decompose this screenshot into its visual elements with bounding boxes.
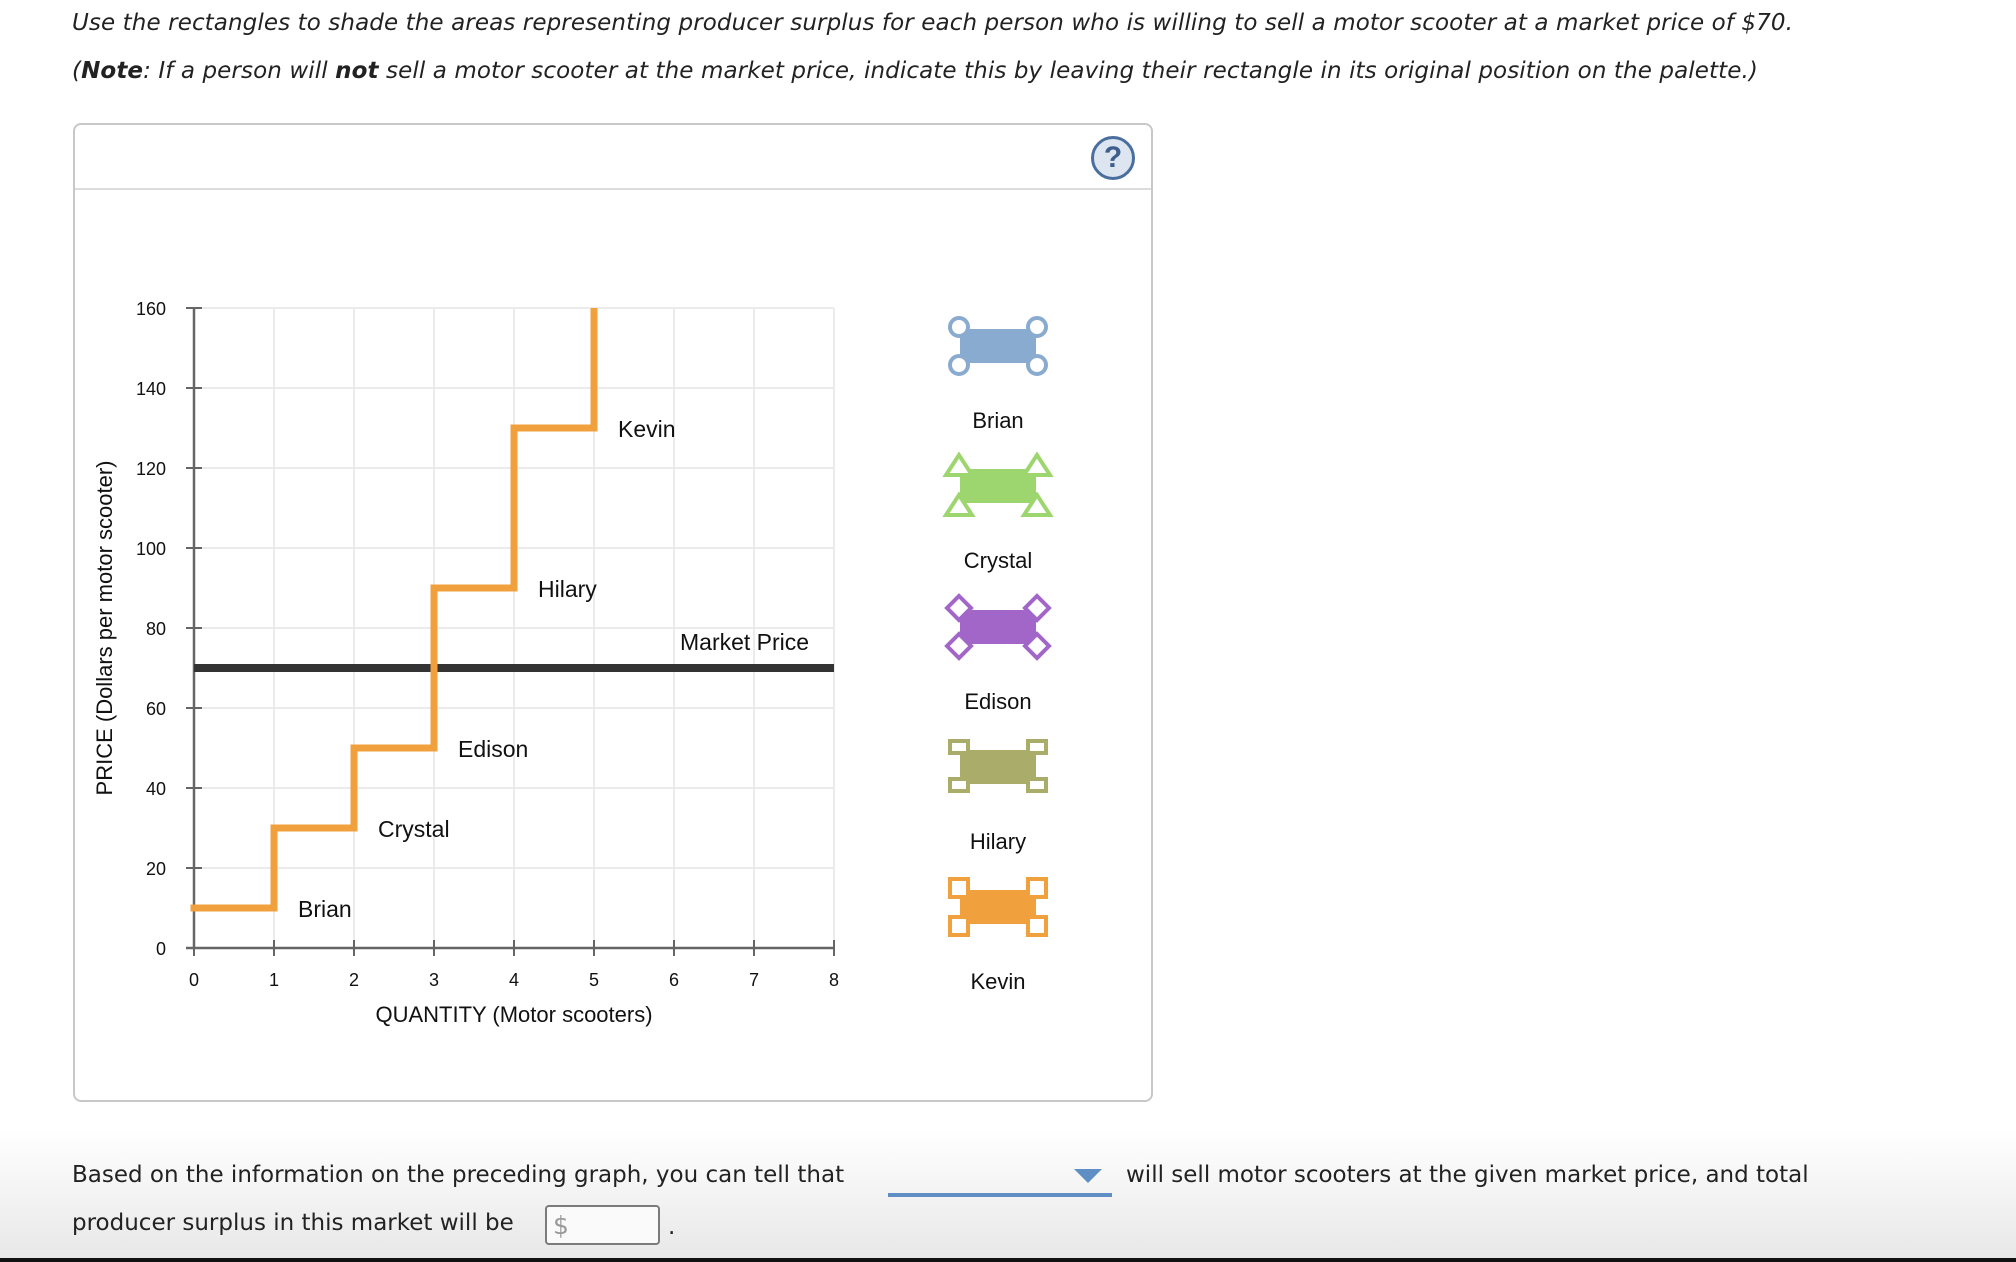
x-tick-label: 1: [269, 970, 279, 990]
resize-handle-square-icon[interactable]: [948, 915, 970, 937]
rectangle-body[interactable]: [960, 890, 1036, 924]
x-tick-label: 7: [749, 970, 759, 990]
resize-handle-triangle-icon[interactable]: [1020, 451, 1054, 477]
resize-handle-square-small-icon[interactable]: [1026, 739, 1048, 755]
x-tick-label: 3: [429, 970, 439, 990]
palette-label-brian: Brian: [972, 408, 1023, 433]
question-text-2: producer surplus in this market will be: [72, 1210, 514, 1236]
y-tick-label: 160: [136, 299, 166, 319]
x-tick-label: 6: [669, 970, 679, 990]
x-tick-label: 5: [589, 970, 599, 990]
palette-rectangle-brian[interactable]: [948, 316, 1048, 376]
step-label-brian: Brian: [298, 896, 352, 922]
producer-surplus-input[interactable]: $: [545, 1205, 660, 1245]
palette-rectangle-kevin[interactable]: [948, 877, 1048, 937]
step-label-crystal: Crystal: [378, 816, 450, 842]
y-tick-label: 80: [146, 619, 166, 639]
step-label-hilary: Hilary: [538, 576, 597, 602]
x-axis-title: QUANTITY (Motor scooters): [375, 1002, 652, 1027]
y-tick-label: 0: [156, 939, 166, 959]
rectangle-body[interactable]: [960, 750, 1036, 784]
market-price-label: Market Price: [680, 629, 809, 655]
resize-handle-square-small-icon[interactable]: [1026, 777, 1048, 793]
bottom-bar: [0, 1258, 2016, 1262]
x-tick-label: 0: [189, 970, 199, 990]
palette-rectangle-hilary[interactable]: [948, 739, 1048, 793]
resize-handle-triangle-icon[interactable]: [942, 451, 976, 477]
palette-label-hilary: Hilary: [970, 829, 1026, 854]
rectangle-body[interactable]: [960, 610, 1036, 644]
sellers-dropdown[interactable]: [888, 1163, 1112, 1197]
chevron-down-icon[interactable]: [1074, 1169, 1102, 1183]
palette: Brian Crystal Edison Hilary Kevin: [942, 316, 1054, 994]
rectangle-body[interactable]: [960, 329, 1036, 363]
period: .: [668, 1214, 676, 1240]
resize-handle-circle-icon[interactable]: [1026, 316, 1048, 338]
resize-handle-square-small-icon[interactable]: [948, 739, 970, 755]
palette-label-kevin: Kevin: [970, 969, 1025, 994]
y-tick-label: 20: [146, 859, 166, 879]
grid: [194, 307, 835, 948]
resize-handle-square-small-icon[interactable]: [948, 777, 970, 793]
graph-canvas[interactable]: 0 1 2 3 4 5 6 7 8020406080100120140160 QUANTITY …: [0, 0, 2016, 1262]
resize-handle-square-icon[interactable]: [948, 877, 970, 899]
palette-rectangle-crystal[interactable]: [942, 451, 1054, 517]
resize-handle-square-icon[interactable]: [1026, 877, 1048, 899]
step-label-kevin: Kevin: [618, 416, 676, 442]
y-tick-label: 40: [146, 779, 166, 799]
question-text-1: Based on the information on the precedin…: [72, 1162, 845, 1188]
resize-handle-square-icon[interactable]: [1026, 915, 1048, 937]
resize-handle-circle-icon[interactable]: [948, 316, 970, 338]
y-tick-label: 100: [136, 539, 166, 559]
palette-label-crystal: Crystal: [964, 548, 1032, 573]
x-tick-label: 8: [829, 970, 839, 990]
step-label-edison: Edison: [458, 736, 528, 762]
y-axis-title: PRICE (Dollars per motor scooter): [92, 461, 117, 796]
question-text-1b: will sell motor scooters at the given ma…: [1126, 1162, 1809, 1188]
palette-rectangle-edison[interactable]: [944, 593, 1052, 661]
y-tick-label: 140: [136, 379, 166, 399]
dollar-sign: $: [553, 1211, 569, 1240]
palette-label-edison: Edison: [964, 689, 1031, 714]
x-tick-label: 2: [349, 970, 359, 990]
resize-handle-circle-icon[interactable]: [948, 354, 970, 376]
y-tick-label: 120: [136, 459, 166, 479]
resize-handle-circle-icon[interactable]: [1026, 354, 1048, 376]
x-tick-label: 4: [509, 970, 519, 990]
y-tick-label: 60: [146, 699, 166, 719]
